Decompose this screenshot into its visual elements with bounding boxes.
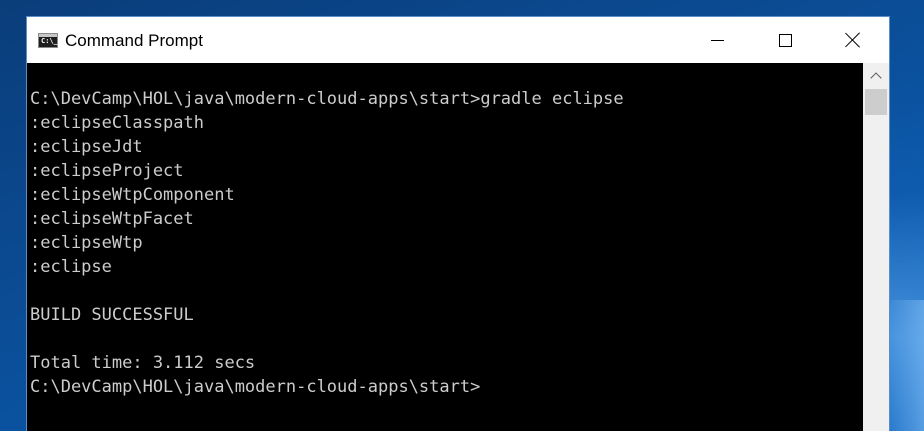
console-line: :eclipseProject: [30, 161, 184, 181]
console-line-command: C:\DevCamp\HOL\java\modern-cloud-apps\st…: [30, 89, 624, 109]
close-icon: [845, 32, 861, 48]
console-line: :eclipseClasspath: [30, 113, 204, 133]
icon-text: C:\_: [41, 37, 58, 45]
window-title: Command Prompt: [65, 31, 203, 50]
console-line: :eclipseWtpComponent: [30, 185, 235, 205]
command-prompt-icon[interactable]: C:\_: [38, 33, 58, 48]
chevron-up-icon: [870, 72, 882, 84]
minimize-icon: [710, 39, 724, 41]
scroll-up-button[interactable]: [863, 63, 889, 89]
console-line: :eclipseWtp: [30, 233, 143, 253]
maximize-icon: [778, 33, 792, 47]
command-prompt-window[interactable]: C:\_ Command Prompt C:\DevCamp\HOL\java\…: [26, 16, 890, 431]
console-line: :eclipseWtpFacet: [30, 209, 194, 229]
close-button[interactable]: [824, 17, 882, 63]
console-line-build-status: BUILD SUCCESSFUL: [30, 305, 194, 325]
vertical-scrollbar[interactable]: [863, 63, 889, 431]
console-line-prompt: C:\DevCamp\HOL\java\modern-cloud-apps\st…: [30, 377, 481, 397]
console-line: :eclipseJdt: [30, 137, 143, 157]
minimize-button[interactable]: [688, 17, 746, 63]
console-line: :eclipse: [30, 257, 112, 277]
scrollbar-thumb[interactable]: [865, 89, 887, 115]
title-bar[interactable]: C:\_ Command Prompt: [27, 17, 889, 63]
wallpaper-light-streak: [884, 300, 924, 431]
console-output[interactable]: C:\DevCamp\HOL\java\modern-cloud-apps\st…: [27, 63, 863, 431]
maximize-button[interactable]: [756, 17, 814, 63]
console-line-total-time: Total time: 3.112 secs: [30, 353, 256, 373]
